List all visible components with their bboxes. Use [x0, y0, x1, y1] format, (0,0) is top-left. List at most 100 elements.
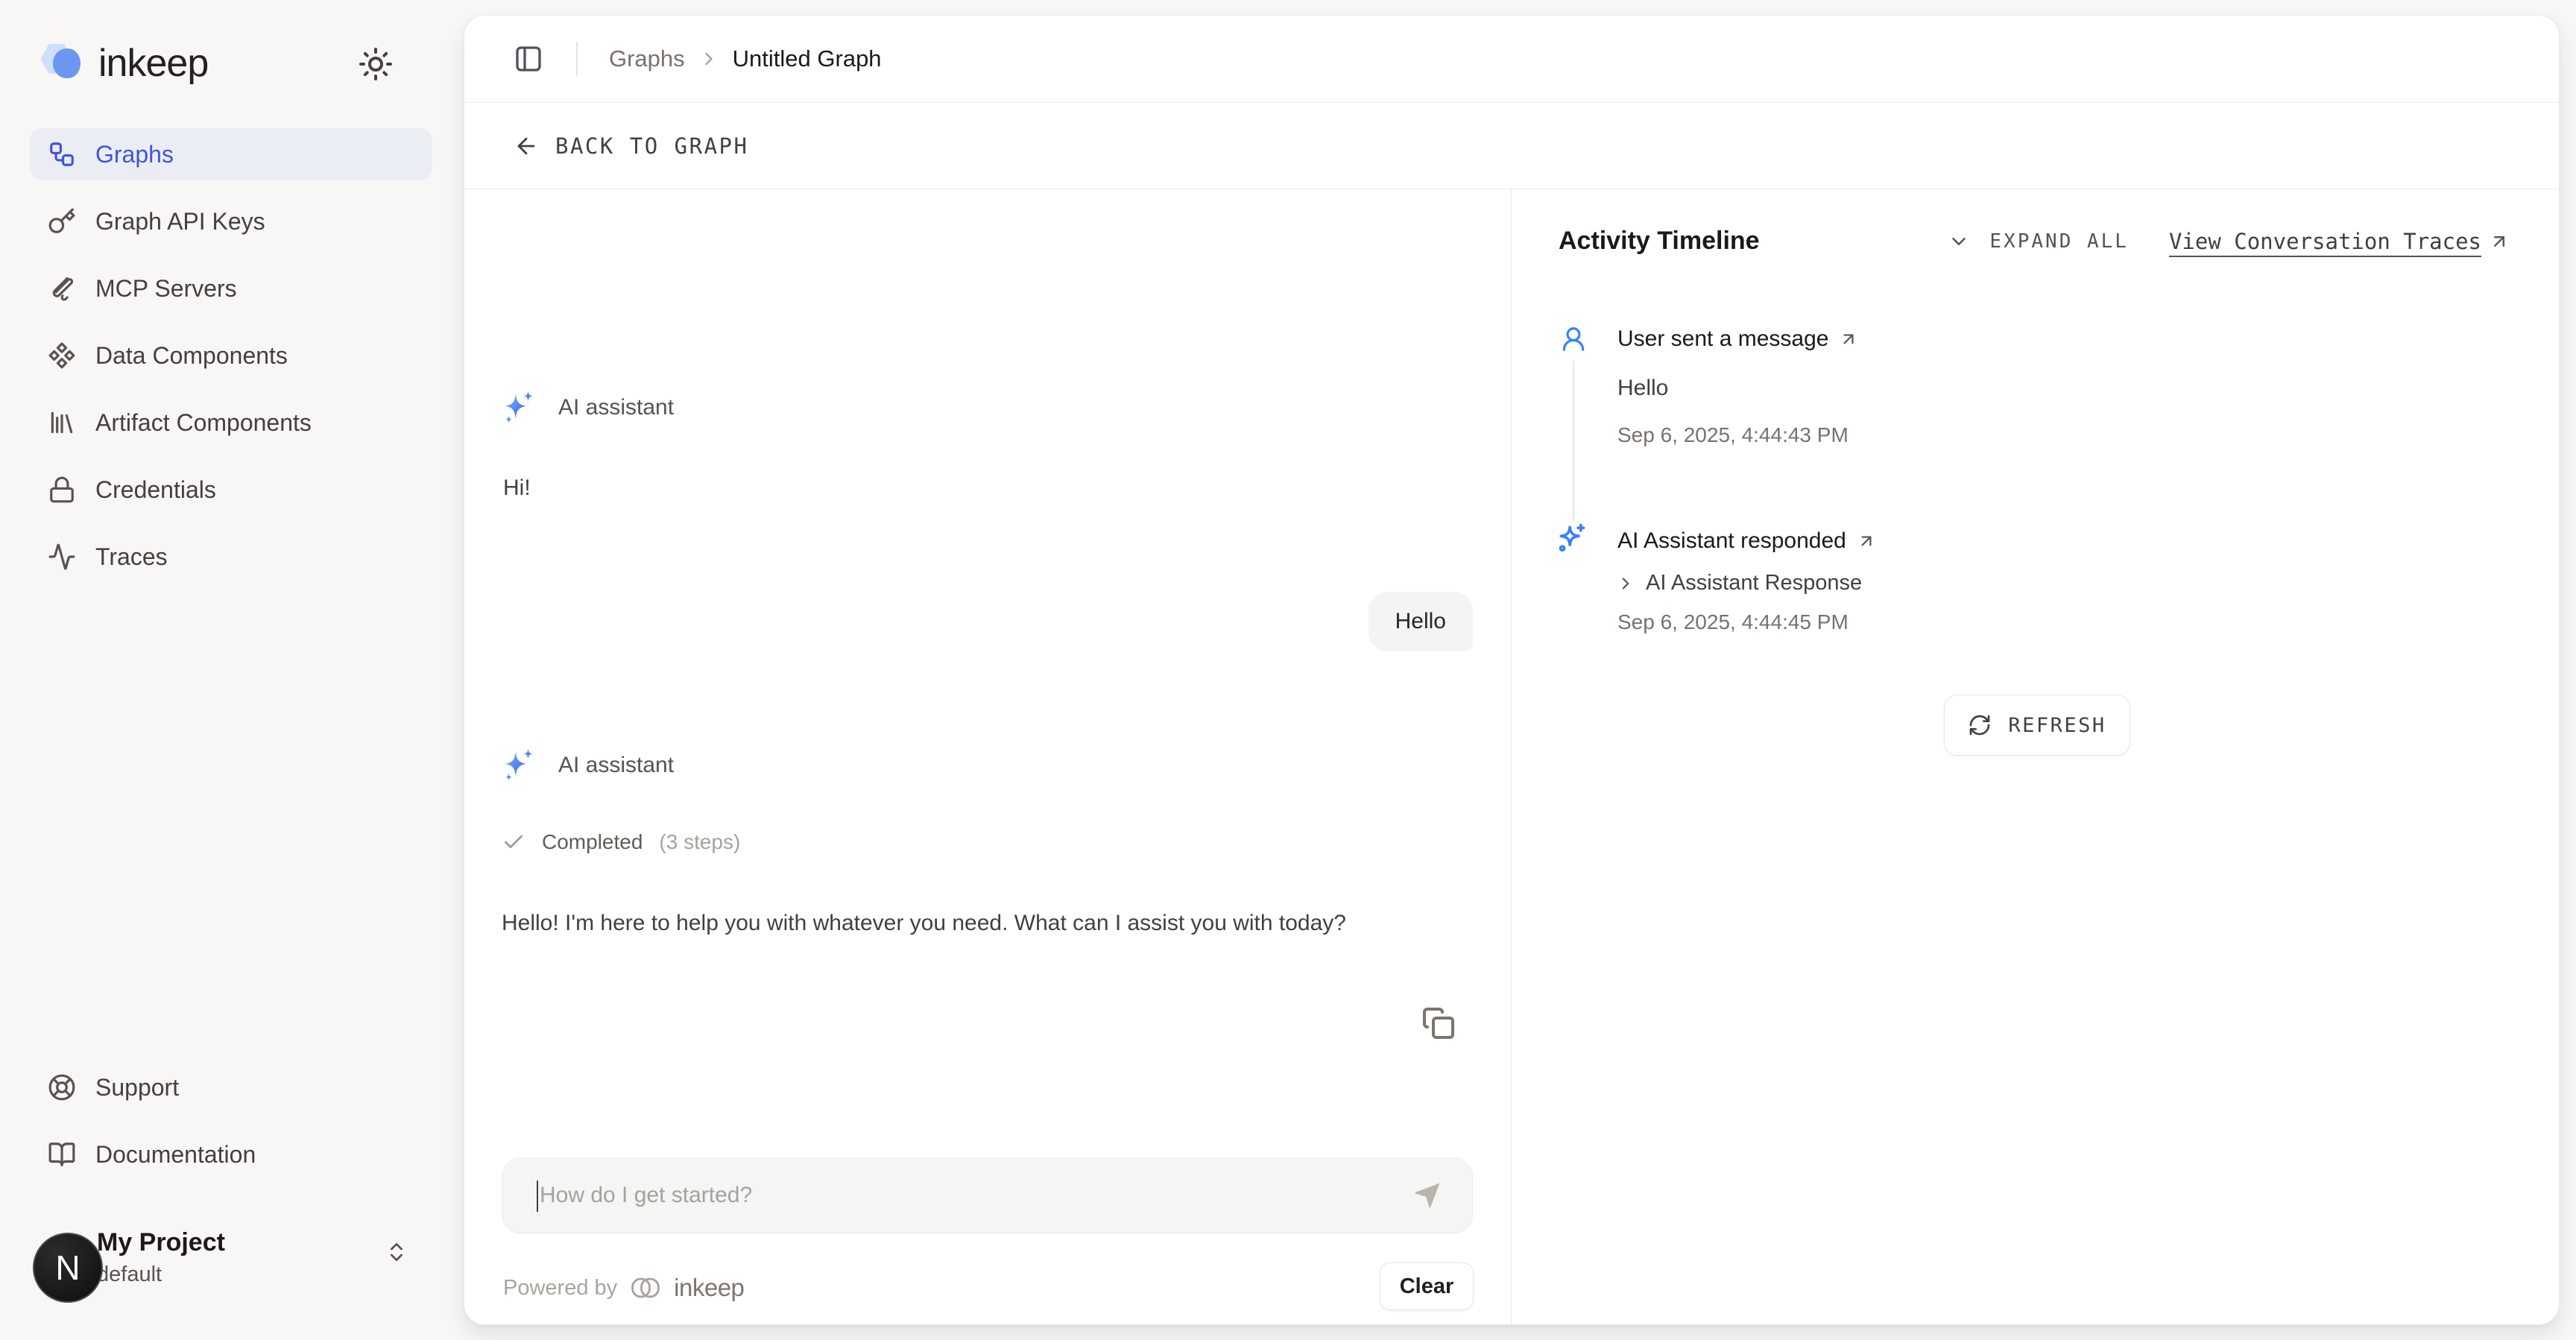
sun-icon [358, 46, 394, 82]
sidebar-item-label: Documentation [95, 1141, 256, 1169]
check-icon [502, 830, 525, 854]
nextjs-dev-badge[interactable]: N [33, 1233, 103, 1303]
content-area: AI assistant Hi! Hello AI assistant [464, 189, 2559, 1325]
sidebar-footer-nav: Support Documentation [30, 1061, 432, 1195]
key-icon [48, 207, 76, 236]
activity-icon [48, 543, 76, 571]
refresh-icon [1968, 713, 1992, 737]
status-steps: (3 steps) [659, 830, 740, 854]
sidebar-item-label: Artifact Components [95, 409, 312, 437]
logo-row: inkeep [37, 37, 432, 89]
timeline-event-title[interactable]: AI Assistant responded [1617, 528, 1876, 554]
timeline-event-timestamp: Sep 6, 2025, 4:44:43 PM [1617, 423, 1849, 447]
book-open-icon [48, 1140, 76, 1169]
project-switcher[interactable]: My Project default N [30, 1216, 432, 1303]
sidebar-item-graph-api-keys[interactable]: Graph API Keys [30, 195, 432, 247]
send-button[interactable] [1411, 1179, 1444, 1212]
sidebar-item-label: Graphs [95, 141, 174, 168]
sidebar-toggle-button[interactable] [514, 44, 543, 74]
nextjs-badge-letter: N [55, 1248, 80, 1288]
chevrons-up-down-icon [385, 1240, 408, 1264]
inkeep-logo-icon [37, 39, 85, 87]
mcp-icon [48, 274, 76, 303]
clear-button[interactable]: Clear [1380, 1262, 1474, 1310]
assistant-message-header: AI assistant [500, 389, 674, 426]
sidebar-item-documentation[interactable]: Documentation [30, 1128, 432, 1181]
timeline-event-title[interactable]: User sent a message [1617, 326, 1858, 352]
timeline-event-body: Hello [1617, 376, 1668, 401]
back-to-graph-label: BACK TO GRAPH [555, 133, 748, 159]
sparkle-avatar-icon [500, 747, 537, 784]
sidebar-item-support[interactable]: Support [30, 1061, 432, 1113]
refresh-button[interactable]: REFRESH [1944, 695, 2130, 756]
assistant-response-text: Hello! I'm here to help you with whateve… [502, 906, 1471, 941]
chat-message-input[interactable] [540, 1158, 1389, 1233]
header-divider [576, 42, 578, 76]
sparkles-icon [1555, 522, 1588, 554]
sidebar-item-data-components[interactable]: Data Components [30, 329, 432, 382]
activity-timeline-panel: Activity Timeline EXPAND ALL View Conver… [1511, 189, 2559, 1325]
sidebar-item-label: MCP Servers [95, 275, 237, 303]
view-traces-label: View Conversation Traces [2169, 229, 2481, 254]
expand-all-button[interactable]: EXPAND ALL [1989, 230, 2129, 253]
text-caret [537, 1181, 538, 1212]
sidebar-item-label: Credentials [95, 476, 216, 504]
library-icon [48, 408, 76, 437]
view-conversation-traces-link[interactable]: View Conversation Traces [2169, 229, 2510, 254]
lock-icon [48, 475, 76, 504]
arrow-up-right-icon [1857, 531, 1876, 551]
project-environment: default [97, 1262, 162, 1287]
arrow-up-right-icon [2489, 231, 2510, 252]
assistant-greeting: Hi! [503, 475, 531, 501]
ai-response-expander[interactable]: AI Assistant Response [1616, 571, 1862, 595]
sidebar-item-artifact-components[interactable]: Artifact Components [30, 396, 432, 449]
assistant-message-header: AI assistant [500, 747, 674, 784]
sidebar-item-label: Graph API Keys [95, 208, 265, 236]
workflow-icon [48, 140, 76, 168]
sidebar-item-traces[interactable]: Traces [30, 531, 432, 583]
copy-button[interactable] [1420, 1005, 1456, 1040]
sidebar-item-label: Data Components [95, 342, 288, 370]
brand-wordmark: inkeep [98, 41, 208, 86]
inkeep-logo[interactable]: inkeep [37, 39, 208, 87]
powered-by-label: Powered by [503, 1276, 617, 1301]
sidebar-item-mcp-servers[interactable]: MCP Servers [30, 262, 432, 315]
theme-toggle-button[interactable] [358, 46, 394, 82]
expander-label: AI Assistant Response [1646, 571, 1862, 595]
sparkle-avatar-icon [500, 389, 537, 426]
components-icon [48, 341, 76, 370]
main-card: Graphs Untitled Graph BACK TO GRAPH [464, 15, 2560, 1325]
completion-status[interactable]: Completed (3 steps) [502, 830, 740, 854]
chat-input-container [502, 1157, 1473, 1233]
chevron-right-icon [1616, 574, 1635, 593]
sidebar: inkeep Graphs [0, 0, 464, 1340]
breadcrumb-current: Untitled Graph [733, 45, 882, 72]
powered-by[interactable]: Powered by inkeep [503, 1271, 744, 1304]
back-to-graph-button[interactable]: BACK TO GRAPH [514, 133, 748, 159]
timeline-header: Activity Timeline EXPAND ALL View Conver… [1512, 227, 2559, 256]
breadcrumb-graphs-link[interactable]: Graphs [609, 45, 685, 72]
assistant-label: AI assistant [558, 753, 674, 778]
header-bar: Graphs Untitled Graph [464, 16, 2559, 103]
status-label: Completed [542, 830, 643, 854]
chevron-down-icon[interactable] [1948, 230, 1970, 253]
sidebar-nav: Graphs Graph API Keys MCP Servers [30, 128, 432, 598]
project-name: My Project [97, 1228, 225, 1257]
timeline-connector [1573, 361, 1574, 520]
panel-left-icon [514, 44, 543, 74]
back-row: BACK TO GRAPH [464, 104, 2559, 189]
send-icon [1411, 1179, 1444, 1212]
timeline-event-timestamp: Sep 6, 2025, 4:44:45 PM [1617, 610, 1849, 634]
user-message-bubble: Hello [1368, 592, 1473, 651]
arrow-left-icon [514, 133, 539, 159]
sidebar-item-label: Traces [95, 543, 168, 571]
chevron-right-icon [698, 48, 719, 69]
sidebar-item-graphs[interactable]: Graphs [30, 128, 432, 180]
timeline-title: Activity Timeline [1559, 227, 1760, 256]
breadcrumb: Graphs Untitled Graph [609, 45, 882, 72]
sidebar-item-label: Support [95, 1074, 179, 1102]
sidebar-item-credentials[interactable]: Credentials [30, 464, 432, 516]
arrow-up-right-icon [1839, 329, 1858, 349]
event-title-label: User sent a message [1617, 326, 1828, 352]
inkeep-outline-icon [629, 1271, 662, 1304]
